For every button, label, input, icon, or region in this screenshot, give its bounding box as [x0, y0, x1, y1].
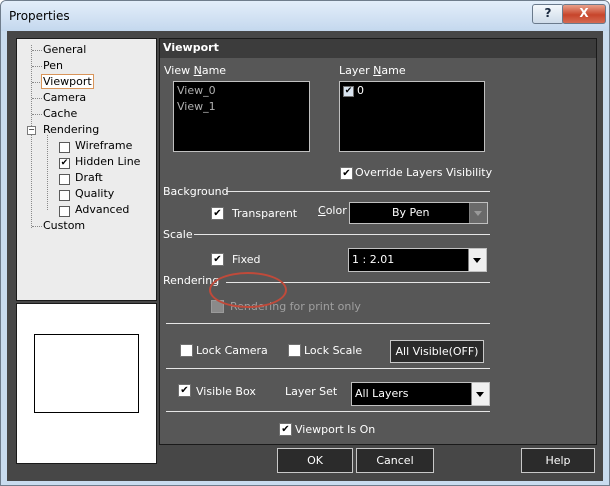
layer-name-label: Layer Name — [339, 64, 406, 77]
lock-separator — [166, 323, 490, 324]
scale-separator — [194, 234, 490, 235]
color-value: By Pen — [392, 206, 430, 219]
title-close-button[interactable]: X — [562, 4, 606, 24]
override-layers-checkbox[interactable]: ✔ — [340, 167, 353, 180]
tree-connector — [31, 45, 32, 228]
layer-set-value: All Layers — [355, 387, 409, 400]
view-name-item[interactable]: View_1 — [177, 100, 216, 113]
transparent-label[interactable]: Transparent — [232, 207, 297, 220]
lock-scale-checkbox[interactable] — [288, 344, 301, 357]
viewport-panel: Viewport View Name View_0 View_1 Layer N… — [159, 38, 597, 445]
override-layers-label[interactable]: Override Layers Visibility — [355, 166, 492, 179]
view-name-list[interactable]: View_0 View_1 — [173, 81, 310, 152]
view-name-label: View Name — [164, 64, 227, 77]
layer-checkbox[interactable]: ✔ — [343, 86, 354, 97]
all-visible-button[interactable]: All Visible(OFF) — [390, 340, 484, 363]
tree-item-viewport[interactable]: Viewport — [41, 74, 94, 89]
annotation-ellipse — [209, 272, 287, 308]
tree-connector — [47, 135, 48, 210]
ok-button[interactable]: OK — [277, 448, 353, 473]
tree-item-wireframe[interactable]: Wireframe — [75, 139, 132, 152]
panel-title: Viewport — [160, 39, 596, 58]
viewport-on-separator — [166, 411, 490, 412]
chevron-down-icon[interactable] — [469, 203, 487, 223]
tree-checkbox-wireframe[interactable] — [59, 142, 70, 153]
fixed-label[interactable]: Fixed — [232, 253, 261, 266]
tree-item-draft[interactable]: Draft — [75, 171, 103, 184]
background-section-label: Background — [163, 185, 229, 198]
property-tree[interactable]: General Pen Viewport Camera Cache − Rend… — [16, 38, 157, 301]
tree-connector — [32, 114, 42, 115]
visible-separator — [166, 368, 490, 369]
chevron-down-icon[interactable] — [471, 383, 489, 405]
tree-connector — [32, 66, 42, 67]
scale-combo[interactable]: 1 : 2.01 — [348, 248, 487, 272]
window-title: Properties — [9, 9, 70, 23]
lock-camera-checkbox[interactable] — [180, 344, 193, 357]
scale-section-label: Scale — [163, 228, 193, 241]
visible-box-checkbox[interactable]: ✔ — [178, 384, 191, 397]
tree-item-rendering[interactable]: Rendering — [43, 123, 99, 136]
lock-scale-label[interactable]: Lock Scale — [304, 344, 362, 357]
color-label: Color — [318, 204, 347, 217]
tree-connector — [32, 50, 42, 51]
layer-name-mnemonic: N — [373, 64, 382, 77]
tree-connector — [32, 98, 42, 99]
tree-item-camera[interactable]: Camera — [43, 91, 86, 104]
title-help-button[interactable]: ? — [532, 4, 564, 24]
tree-item-advanced[interactable]: Advanced — [75, 203, 129, 216]
tree-item-general[interactable]: General — [43, 43, 86, 56]
preview-frame — [34, 334, 139, 413]
tree-item-quality[interactable]: Quality — [75, 187, 114, 200]
chevron-down-icon[interactable] — [468, 249, 486, 271]
dialog-body: General Pen Viewport Camera Cache − Rend… — [7, 31, 603, 481]
view-name-item[interactable]: View_0 — [177, 84, 216, 97]
tree-item-hidden-line[interactable]: Hidden Line — [75, 155, 140, 168]
transparent-checkbox[interactable]: ✔ — [211, 207, 224, 220]
tree-connector — [32, 226, 42, 227]
color-dropdown[interactable]: By Pen — [349, 202, 488, 224]
viewport-preview — [16, 303, 157, 464]
tree-item-pen[interactable]: Pen — [43, 59, 63, 72]
color-mnemonic: C — [318, 204, 326, 217]
tree-checkbox-quality[interactable] — [59, 190, 70, 201]
properties-dialog: Properties ? X General Pen Viewport Came… — [0, 0, 610, 486]
layer-name-list[interactable]: ✔ 0 — [339, 81, 485, 152]
lock-camera-label[interactable]: Lock Camera — [196, 344, 268, 357]
scale-value[interactable]: 1 : 2.01 — [352, 253, 394, 266]
layer-set-label: Layer Set — [285, 385, 338, 398]
collapse-icon[interactable]: − — [27, 126, 36, 135]
tree-checkbox-hidden-line[interactable]: ✔ — [59, 158, 70, 169]
view-name-mnemonic: N — [193, 64, 202, 77]
layer-set-dropdown[interactable]: All Layers — [351, 382, 490, 406]
tree-item-custom[interactable]: Custom — [43, 219, 85, 232]
title-bar[interactable]: Properties ? X — [1, 1, 609, 31]
visible-box-label[interactable]: Visible Box — [196, 385, 256, 398]
background-separator — [226, 191, 490, 192]
viewport-is-on-checkbox[interactable]: ✔ — [279, 423, 292, 436]
layer-item[interactable]: 0 — [357, 84, 364, 97]
cancel-button[interactable]: Cancel — [356, 448, 434, 473]
viewport-is-on-label[interactable]: Viewport Is On — [295, 423, 375, 436]
fixed-checkbox[interactable]: ✔ — [211, 253, 224, 266]
help-button[interactable]: Help — [521, 448, 595, 473]
tree-item-cache[interactable]: Cache — [43, 107, 77, 120]
tree-checkbox-advanced[interactable] — [59, 206, 70, 217]
tree-checkbox-draft[interactable] — [59, 174, 70, 185]
